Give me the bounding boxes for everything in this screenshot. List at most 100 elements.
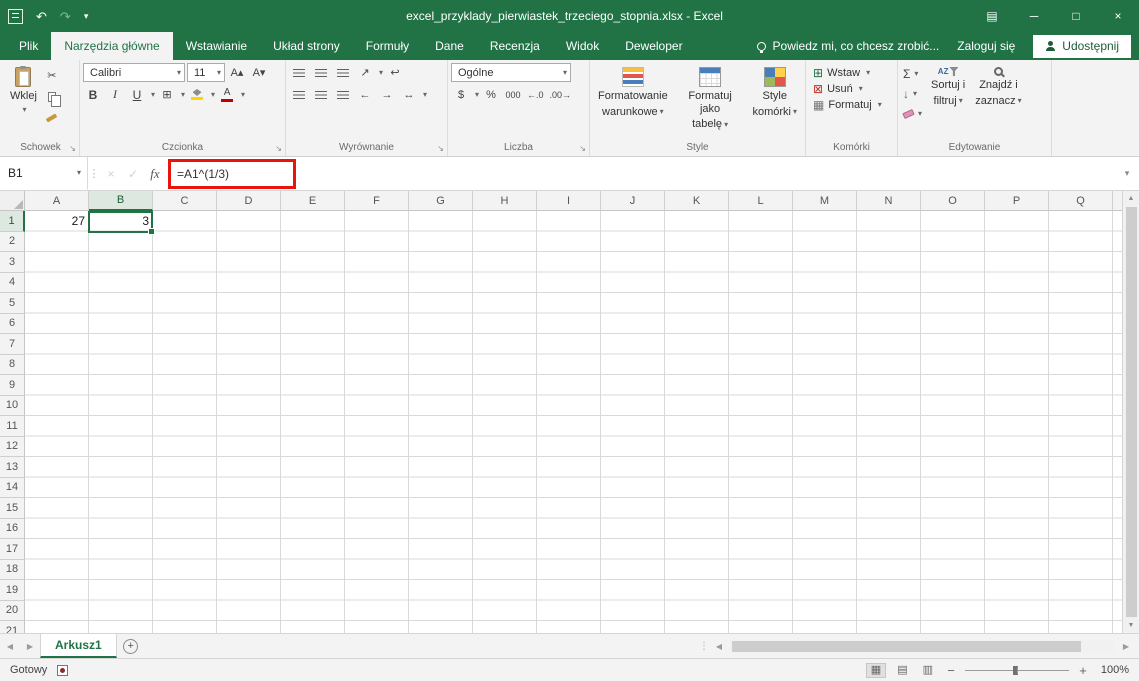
column-header-e[interactable]: E bbox=[281, 191, 345, 211]
underline-dropdown-icon[interactable]: ▾ bbox=[151, 90, 155, 99]
borders-button[interactable]: ⊞ bbox=[157, 85, 177, 104]
hscroll-right-button[interactable]: ▶ bbox=[1116, 642, 1136, 651]
fill-color-dropdown-icon[interactable]: ▾ bbox=[211, 90, 215, 99]
wrap-text-button[interactable]: ↩ bbox=[385, 63, 405, 82]
number-dialog-launcher[interactable]: ↘ bbox=[579, 145, 586, 153]
column-header-c[interactable]: C bbox=[153, 191, 217, 211]
tell-me-box[interactable]: Powiedz mi, co chcesz zrobić... bbox=[756, 39, 939, 53]
column-header-j[interactable]: J bbox=[601, 191, 665, 211]
bold-button[interactable]: B bbox=[83, 85, 103, 104]
zoom-level[interactable]: 100% bbox=[1097, 664, 1129, 676]
close-button[interactable]: × bbox=[1097, 0, 1139, 32]
row-header-15[interactable]: 15 bbox=[0, 498, 25, 519]
tab-wstawianie[interactable]: Wstawianie bbox=[173, 32, 260, 60]
row-header-1[interactable]: 1 bbox=[0, 211, 25, 232]
align-right-button[interactable] bbox=[333, 85, 353, 104]
column-header-b[interactable]: B bbox=[89, 191, 153, 211]
fill-button[interactable]: ↓ ▾ bbox=[901, 85, 924, 103]
column-header-d[interactable]: D bbox=[217, 191, 281, 211]
align-top-button[interactable] bbox=[289, 63, 309, 82]
tab-dane[interactable]: Dane bbox=[422, 32, 477, 60]
horizontal-scrollbar[interactable]: ◀ ▶ bbox=[709, 634, 1139, 658]
format-cells-button[interactable]: ▦ Formatuj ▾ bbox=[813, 99, 882, 111]
cancel-entry-button[interactable]: × bbox=[100, 157, 122, 190]
percent-style-button[interactable]: % bbox=[481, 85, 501, 104]
row-header-5[interactable]: 5 bbox=[0, 293, 25, 314]
enter-entry-button[interactable]: ✓ bbox=[122, 157, 144, 190]
row-header-13[interactable]: 13 bbox=[0, 457, 25, 478]
scroll-up-button[interactable]: ▲ bbox=[1123, 191, 1139, 206]
orientation-button[interactable]: ↗ bbox=[355, 63, 375, 82]
tab-recenzja[interactable]: Recenzja bbox=[477, 32, 553, 60]
row-header-19[interactable]: 19 bbox=[0, 580, 25, 601]
row-header-18[interactable]: 18 bbox=[0, 559, 25, 580]
hscroll-left-button[interactable]: ◀ bbox=[709, 642, 729, 651]
row-header-3[interactable]: 3 bbox=[0, 252, 25, 273]
number-format-select[interactable]: Ogólne ▾ bbox=[451, 63, 571, 82]
align-center-button[interactable] bbox=[311, 85, 331, 104]
font-name-select[interactable]: Calibri ▾ bbox=[83, 63, 185, 82]
borders-dropdown-icon[interactable]: ▾ bbox=[181, 90, 185, 99]
clear-button[interactable]: ▾ bbox=[901, 105, 924, 123]
column-header-i[interactable]: I bbox=[537, 191, 601, 211]
row-header-11[interactable]: 11 bbox=[0, 416, 25, 437]
align-middle-button[interactable] bbox=[311, 63, 331, 82]
row-header-14[interactable]: 14 bbox=[0, 477, 25, 498]
tab-scroll-splitter[interactable]: ⋮ bbox=[699, 634, 709, 658]
conditional-formatting-button[interactable]: Formatowanie warunkowe ▾ bbox=[593, 63, 673, 120]
alignment-dialog-launcher[interactable]: ↘ bbox=[437, 145, 444, 153]
sheet-nav-left-button[interactable]: ◀ bbox=[0, 634, 20, 658]
vertical-scrollbar[interactable]: ▲ ▼ bbox=[1122, 191, 1139, 633]
column-header-l[interactable]: L bbox=[729, 191, 793, 211]
increase-indent-button[interactable]: → bbox=[377, 85, 397, 104]
tab-narzedzia-glowne[interactable]: Narzędzia główne bbox=[51, 32, 173, 60]
column-header-p[interactable]: P bbox=[985, 191, 1049, 211]
select-all-button[interactable] bbox=[0, 191, 25, 211]
decrease-font-size-button[interactable]: A▾ bbox=[249, 63, 269, 82]
column-header-f[interactable]: F bbox=[345, 191, 409, 211]
qat-customize-button[interactable]: ▾ bbox=[84, 11, 89, 21]
macro-record-button[interactable] bbox=[57, 664, 69, 676]
horizontal-scroll-thumb[interactable] bbox=[732, 640, 1081, 652]
column-header-k[interactable]: K bbox=[665, 191, 729, 211]
insert-cells-button[interactable]: ⊞ Wstaw ▾ bbox=[813, 67, 882, 79]
row-header-8[interactable]: 8 bbox=[0, 354, 25, 375]
tab-uklad-strony[interactable]: Układ strony bbox=[260, 32, 353, 60]
maximize-button[interactable]: □ bbox=[1055, 0, 1097, 32]
zoom-slider[interactable] bbox=[965, 662, 1069, 678]
page-layout-view-button[interactable]: ▤ bbox=[893, 664, 911, 677]
row-header-12[interactable]: 12 bbox=[0, 436, 25, 457]
font-color-dropdown-icon[interactable]: ▾ bbox=[241, 90, 245, 99]
merge-dropdown-icon[interactable]: ▾ bbox=[423, 90, 427, 99]
vertical-scroll-thumb[interactable] bbox=[1125, 207, 1137, 617]
orientation-dropdown-icon[interactable]: ▾ bbox=[379, 68, 383, 77]
redo-button[interactable]: ↷ bbox=[60, 10, 71, 23]
font-color-button[interactable]: A bbox=[217, 85, 237, 104]
row-header-7[interactable]: 7 bbox=[0, 334, 25, 355]
add-sheet-button[interactable]: + bbox=[117, 634, 145, 658]
cut-button[interactable]: ✂ bbox=[42, 66, 62, 85]
page-break-preview-button[interactable]: ▥ bbox=[919, 664, 937, 677]
tab-deweloper[interactable]: Deweloper bbox=[612, 32, 695, 60]
fill-color-button[interactable] bbox=[187, 85, 207, 104]
row-header-20[interactable]: 20 bbox=[0, 600, 25, 621]
tab-widok[interactable]: Widok bbox=[553, 32, 612, 60]
format-as-table-button[interactable]: Formatuj jako tabelę ▾ bbox=[673, 63, 748, 133]
row-header-21[interactable]: 21 bbox=[0, 621, 25, 633]
sheet-tab-arkusz1[interactable]: Arkusz1 bbox=[40, 634, 117, 658]
ribbon-display-options-button[interactable]: ▤ bbox=[971, 0, 1013, 32]
zoom-slider-thumb[interactable] bbox=[1013, 666, 1018, 675]
find-select-button[interactable]: Znajdź i zaznacz ▾ bbox=[970, 63, 1026, 109]
zoom-in-button[interactable]: + bbox=[1076, 664, 1090, 677]
accounting-dropdown-icon[interactable]: ▾ bbox=[475, 90, 479, 99]
zoom-out-button[interactable]: − bbox=[944, 664, 958, 677]
underline-button[interactable]: U bbox=[127, 85, 147, 104]
column-header-q[interactable]: Q bbox=[1049, 191, 1113, 211]
normal-view-button[interactable]: ▦ bbox=[865, 662, 887, 678]
column-header-a[interactable]: A bbox=[25, 191, 89, 211]
formula-input[interactable]: =A1^(1/3) bbox=[166, 157, 1115, 190]
align-left-button[interactable] bbox=[289, 85, 309, 104]
undo-button[interactable]: ↶ bbox=[36, 10, 47, 23]
horizontal-scroll-track[interactable] bbox=[730, 639, 1115, 653]
cell-a1[interactable]: 27 bbox=[25, 211, 89, 232]
